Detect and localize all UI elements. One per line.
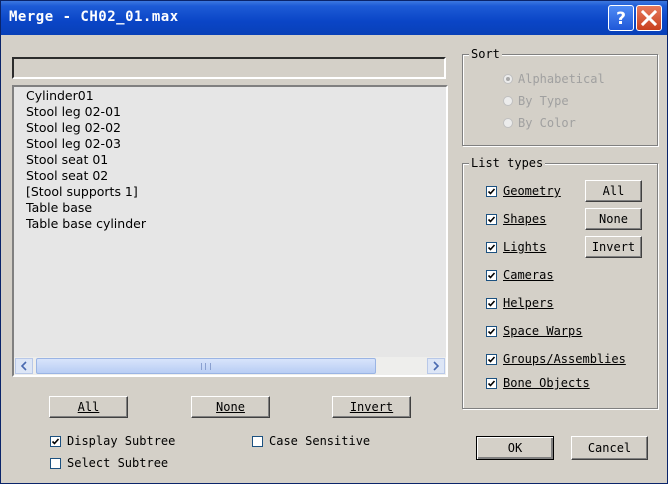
cameras-checkbox[interactable]: Cameras [486,268,554,282]
select-subtree-checkbox[interactable]: Select Subtree [50,456,168,470]
checkmark-icon [487,271,496,279]
lights-label: Lights [503,240,547,254]
name-filter-input[interactable] [12,57,446,79]
types-invert-button[interactable]: Invert [585,236,642,258]
sort-group-title: Sort [469,47,502,61]
select-all-label: All [77,400,100,414]
scroll-left-button[interactable] [15,358,33,374]
types-all-label: All [602,184,625,198]
display-subtree-label: Display Subtree [67,434,176,448]
types-none-label: None [599,212,628,226]
types-all-button[interactable]: All [585,180,642,202]
sort-by-color-radio[interactable]: By Color [503,116,576,130]
checkbox-box [252,435,263,447]
help-button[interactable]: ? [608,5,634,31]
case-sensitive-label: Case Sensitive [269,434,371,448]
help-icon: ? [616,9,626,28]
case-sensitive-checkbox[interactable]: Case Sensitive [252,434,370,448]
cancel-label: Cancel [587,441,632,455]
checkbox-box [486,213,497,225]
list-item[interactable]: Stool leg 02-01 [26,104,146,120]
cancel-button[interactable]: Cancel [571,436,648,460]
scroll-thumb[interactable] [36,358,376,374]
sort-by-type-radio[interactable]: By Type [503,94,569,108]
close-icon [640,9,658,27]
sort-alphabetical-radio[interactable]: Alphabetical [503,72,605,86]
chevron-right-icon [433,361,440,371]
grip-icon [201,363,211,370]
checkbox-box [50,457,61,469]
checkmark-icon [487,243,496,251]
sort-by-color-label: By Color [518,116,576,130]
checkbox-box [50,435,61,447]
helpers-label: Helpers [503,296,554,310]
cameras-label: Cameras [503,268,554,282]
checkmark-icon [487,379,496,387]
select-invert-label: Invert [349,400,394,414]
horizontal-scrollbar[interactable] [14,357,446,375]
groups-label: Groups/Assemblies [503,352,626,366]
title-bar[interactable]: Merge - CH02_01.max ? [1,1,667,35]
select-none-button[interactable]: None [191,396,270,418]
checkbox-box [486,353,497,365]
scroll-right-button[interactable] [427,358,445,374]
select-subtree-label: Select Subtree [67,456,169,470]
list-types-group-title: List types [469,156,546,170]
types-none-button[interactable]: None [585,208,642,230]
window-title: Merge - CH02_01.max [9,9,179,25]
sort-alphabetical-label: Alphabetical [518,72,605,86]
list-item[interactable]: Table base [26,200,146,216]
ok-label: OK [507,441,523,455]
chevron-left-icon [20,361,27,371]
close-button[interactable] [636,5,662,31]
radio-dot [503,74,513,84]
shapes-label: Shapes [503,212,547,226]
object-list[interactable]: Cylinder01 Stool leg 02-01 Stool leg 02-02… [12,85,448,377]
checkmark-icon [487,187,496,195]
bone-objects-label: Bone Objects [503,376,590,390]
checkbox-box [486,377,497,389]
radio-dot [503,118,513,128]
checkmark-icon [51,437,60,445]
merge-dialog: Merge - CH02_01.max ? Cylinder01 Stool le… [0,0,668,484]
groups-checkbox[interactable]: Groups/Assemblies [486,352,626,366]
list-item[interactable]: Stool leg 02-02 [26,120,146,136]
types-invert-label: Invert [591,240,636,254]
checkbox-box [486,241,497,253]
radio-dot [503,96,513,106]
checkbox-box [486,297,497,309]
list-item[interactable]: Stool seat 02 [26,168,146,184]
select-invert-button[interactable]: Invert [332,396,411,418]
checkmark-icon [487,327,496,335]
checkmark-icon [487,299,496,307]
list-item[interactable]: Stool leg 02-03 [26,136,146,152]
ok-button[interactable]: OK [476,436,554,460]
select-all-button[interactable]: All [49,396,128,418]
space-warps-checkbox[interactable]: Space Warps [486,324,582,338]
checkbox-box [486,269,497,281]
checkmark-icon [487,215,496,223]
list-item[interactable]: [Stool supports 1] [26,184,146,200]
checkbox-box [486,325,497,337]
list-item[interactable]: Cylinder01 [26,88,146,104]
geometry-checkbox[interactable]: Geometry [486,184,561,198]
select-none-label: None [216,400,245,414]
sort-by-type-label: By Type [518,94,569,108]
shapes-checkbox[interactable]: Shapes [486,212,546,226]
svg-text:?: ? [616,9,626,28]
list-item[interactable]: Table base cylinder [26,216,146,232]
object-list-items: Cylinder01 Stool leg 02-01 Stool leg 02-02… [26,88,146,232]
bone-objects-checkbox[interactable]: Bone Objects [486,376,590,390]
space-warps-label: Space Warps [503,324,583,338]
helpers-checkbox[interactable]: Helpers [486,296,554,310]
display-subtree-checkbox[interactable]: Display Subtree [50,434,175,448]
checkbox-box [486,185,497,197]
list-item[interactable]: Stool seat 01 [26,152,146,168]
geometry-label: Geometry [503,184,561,198]
lights-checkbox[interactable]: Lights [486,240,546,254]
checkmark-icon [487,355,496,363]
